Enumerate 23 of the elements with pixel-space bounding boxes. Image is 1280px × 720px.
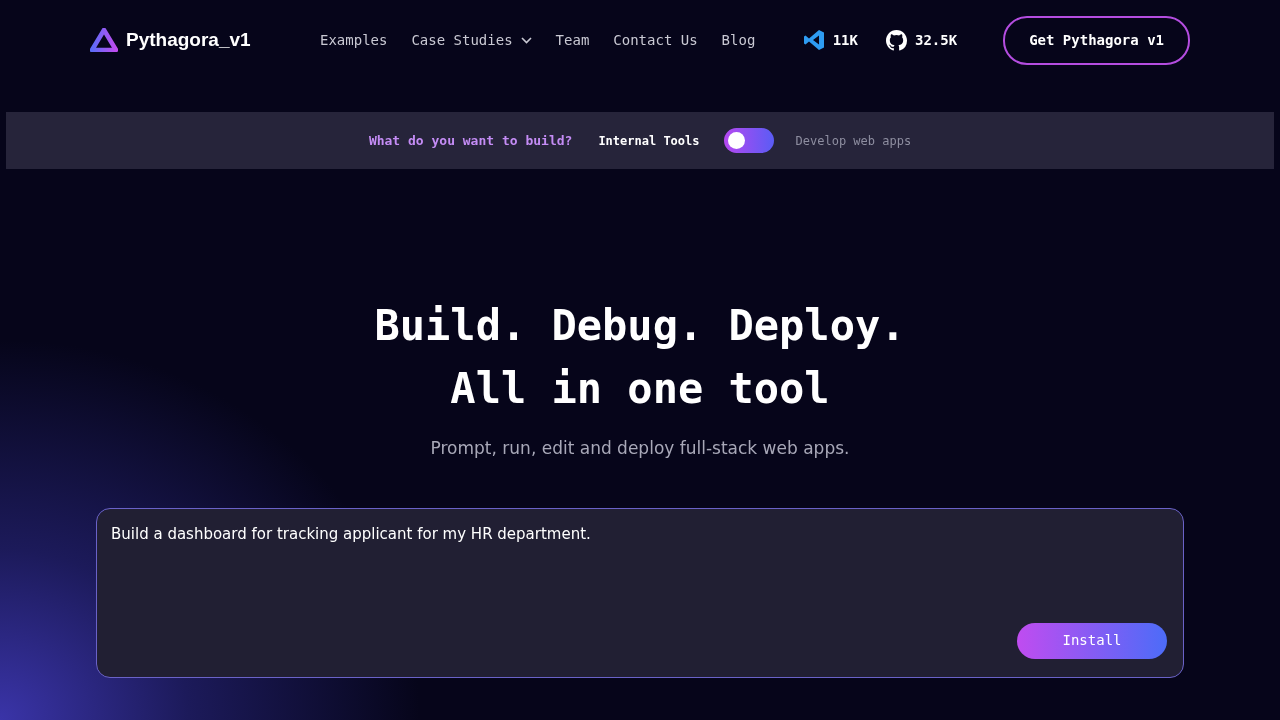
build-question: What do you want to build? [368, 131, 573, 150]
nav-link[interactable]: Team [555, 29, 590, 51]
get-pythagora-button[interactable]: Get Pythagora v1 [1003, 15, 1190, 65]
logo-icon [90, 28, 118, 52]
nav-link[interactable]: Case Studies [411, 29, 532, 51]
code-editor-icon [802, 29, 825, 51]
prompt-field[interactable]: Build a dashboard for tracking applicant for my HR department. [109, 520, 1167, 623]
hero-title: All in one tool [449, 363, 831, 415]
github-icon [886, 29, 907, 51]
option-label[interactable]: Develop web apps [795, 131, 912, 150]
brand-name[interactable]: Pythagora_v1 [126, 25, 251, 55]
star-count[interactable]: 11K [832, 29, 858, 51]
star-count[interactable]: 32.5K [915, 29, 958, 51]
nav-link[interactable]: Examples [320, 29, 388, 51]
nav-link[interactable]: Contact Us [613, 29, 698, 51]
install-button[interactable]: Install [1017, 622, 1167, 659]
toggle-switch[interactable] [723, 128, 774, 153]
option-label[interactable]: Internal Tools [598, 131, 700, 150]
nav-link[interactable]: Blog [721, 29, 756, 51]
hero-subtitle: Prompt, run, edit and deploy full-stack web apps. [429, 437, 851, 460]
prompt-box[interactable]: Build a dashboard for tracking applicant for my HR department. Install [96, 507, 1184, 678]
chevron-down-icon [520, 36, 532, 44]
hero-title: Build. Debug. Deploy. [373, 300, 907, 352]
